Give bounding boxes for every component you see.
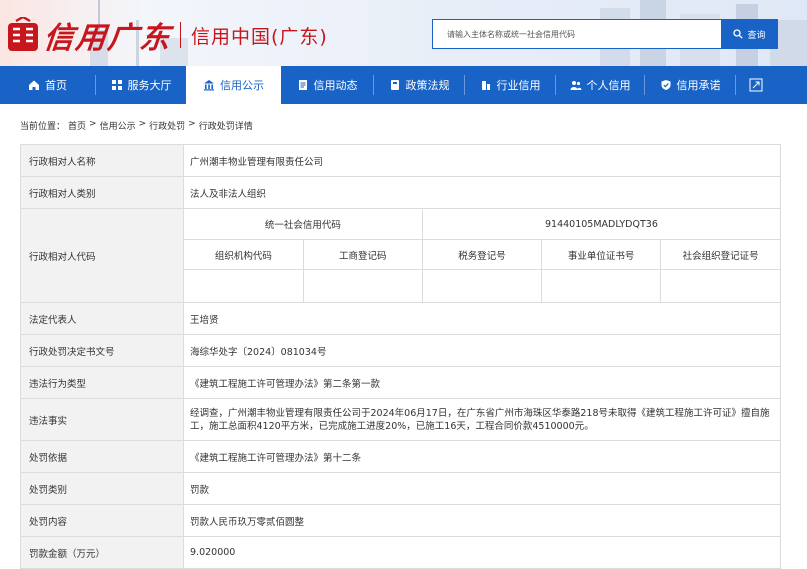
main-nav: 首页 服务大厅 信用公示 信用动态 政策法规 行业信用 个人信用 信用承诺 (0, 66, 807, 104)
field-label: 行政处罚决定书文号 (20, 334, 184, 367)
code-header: 组织机构代码 (184, 239, 304, 270)
codes-cell: 统一社会信用代码 91440105MADLYDQT36 组织机构代码 工商登记码… (183, 208, 781, 303)
field-label: 处罚依据 (20, 440, 184, 473)
nav-item-credit-commitment[interactable]: 信用承诺 (645, 66, 735, 104)
breadcrumb-separator: > (188, 119, 196, 129)
code-value (661, 270, 780, 302)
nav-item-home[interactable]: 首页 (0, 66, 95, 104)
nav-item-service-hall[interactable]: 服务大厅 (96, 66, 186, 104)
document-icon (298, 80, 307, 90)
people-icon (570, 81, 581, 90)
table-row: 违法行为类型 《建筑工程施工许可管理办法》第二条第一款 (20, 366, 781, 399)
code-value (422, 269, 543, 302)
codes-subtable: 统一社会信用代码 91440105MADLYDQT36 组织机构代码 工商登记码… (184, 209, 780, 302)
field-value: 广州潮丰物业管理有限责任公司 (183, 144, 781, 177)
code-header: 社会组织登记证号 (660, 239, 780, 270)
field-value: 王培贤 (183, 302, 781, 335)
field-label: 处罚内容 (20, 504, 184, 537)
search-button[interactable]: 查询 (721, 19, 778, 49)
breadcrumb-separator: > (89, 119, 97, 129)
field-label: 行政相对人代码 (20, 208, 184, 303)
field-value: 法人及非法人组织 (183, 176, 781, 209)
table-row: 处罚依据 《建筑工程施工许可管理办法》第十二条 (20, 440, 781, 473)
logo-mark-icon (8, 17, 38, 51)
site-name: 信用中国(广东) (191, 25, 328, 48)
nav-item-personal-credit[interactable]: 个人信用 (556, 66, 644, 104)
code-header: 事业单位证书号 (541, 239, 662, 270)
field-value: 9.020000 (183, 536, 781, 569)
nav-item-label: 政策法规 (405, 79, 450, 92)
table-row: 统一社会信用代码 91440105MADLYDQT36 (184, 209, 780, 240)
book-icon (390, 80, 399, 90)
expand-icon (749, 78, 763, 92)
table-row: 行政相对人名称 广州潮丰物业管理有限责任公司 (20, 144, 781, 177)
table-row: 处罚内容 罚款人民币玖万零贰佰圆整 (20, 504, 781, 537)
search-bar: 查询 (432, 19, 778, 49)
code-value (541, 269, 662, 302)
field-value: 《建筑工程施工许可管理办法》第十二条 (183, 440, 781, 473)
nav-item-label: 信用公示 (220, 79, 264, 92)
site-header: 信用广东 信用中国(广东) 查询 (0, 0, 807, 66)
nav-item-label: 首页 (45, 79, 67, 92)
code-header: 工商登记码 (303, 239, 423, 270)
grid-icon (111, 80, 122, 90)
nav-item-label: 行业信用 (496, 79, 541, 92)
logo-divider (180, 22, 181, 48)
table-row: 违法事实 经调查，广州潮丰物业管理有限责任公司于2024年06月17日，在广东省… (20, 398, 781, 441)
table-row: 罚款金额（万元） 9.020000 (20, 536, 781, 569)
field-label: 违法行为类型 (20, 366, 184, 399)
field-label: 违法事实 (20, 398, 184, 441)
field-label: 行政相对人名称 (20, 144, 184, 177)
logo-text: 信用广东 (41, 21, 174, 56)
table-row: 行政处罚决定书文号 海综华处字〔2024〕081034号 (20, 334, 781, 367)
bank-icon (204, 80, 214, 91)
code-value (303, 269, 423, 302)
nav-item-policies[interactable]: 政策法规 (374, 66, 464, 104)
breadcrumb-item-home[interactable]: 首页 (68, 119, 86, 132)
table-row (184, 269, 780, 302)
nav-item-label: 信用承诺 (676, 79, 721, 92)
uscc-label: 统一社会信用代码 (184, 209, 423, 240)
table-row: 组织机构代码 工商登记码 税务登记号 事业单位证书号 社会组织登记证号 (184, 239, 780, 270)
breadcrumb-item-penalty[interactable]: 行政处罚 (149, 119, 185, 132)
table-row: 法定代表人 王培贤 (20, 302, 781, 335)
search-icon (733, 29, 744, 39)
code-header: 税务登记号 (422, 239, 543, 270)
field-value: 《建筑工程施工许可管理办法》第二条第一款 (183, 366, 781, 399)
site-logo[interactable]: 信用广东 信用中国(广东) (6, 13, 328, 57)
field-value: 罚款人民币玖万零贰佰圆整 (183, 504, 781, 537)
nav-item-label: 服务大厅 (127, 79, 172, 92)
uscc-value: 91440105MADLYDQT36 (422, 209, 780, 240)
nav-item-credit-disclosure[interactable]: 信用公示 (186, 66, 281, 104)
penalty-detail-table: 行政相对人名称 广州潮丰物业管理有限责任公司 行政相对人类别 法人及非法人组织 … (20, 144, 781, 569)
table-row: 行政相对人代码 统一社会信用代码 91440105MADLYDQT36 组织机构… (20, 208, 781, 303)
breadcrumb-separator: > (138, 119, 147, 129)
shield-check-icon (661, 80, 670, 90)
nav-item-industry-credit[interactable]: 行业信用 (465, 66, 555, 104)
building-icon (481, 81, 490, 90)
breadcrumb-item-current: 行政处罚详情 (198, 122, 253, 132)
field-label: 处罚类别 (20, 472, 184, 505)
table-row: 行政相对人类别 法人及非法人组织 (20, 176, 781, 209)
nav-item-credit-news[interactable]: 信用动态 (281, 66, 373, 104)
breadcrumb-prefix: 当前位置： (20, 122, 66, 132)
field-value: 海综华处字〔2024〕081034号 (183, 334, 781, 367)
breadcrumb-item-credit-disclosure[interactable]: 信用公示 (100, 119, 136, 132)
breadcrumb: 当前位置： 首页 > 信用公示 > 行政处罚 > 行政处罚详情 (20, 119, 253, 132)
field-label: 行政相对人类别 (20, 176, 184, 209)
table-row: 处罚类别 罚款 (20, 472, 781, 505)
nav-item-label: 个人信用 (586, 79, 631, 92)
nav-expand-button[interactable] (736, 66, 776, 104)
field-label: 罚款金额（万元） (20, 536, 184, 569)
home-icon (29, 80, 39, 90)
field-value: 经调查，广州潮丰物业管理有限责任公司于2024年06月17日，在广东省广州市海珠… (183, 398, 781, 441)
field-value: 罚款 (183, 472, 781, 505)
code-value (184, 269, 304, 302)
search-input[interactable] (432, 19, 721, 49)
search-button-label: 查询 (747, 30, 766, 41)
nav-item-label: 信用动态 (313, 79, 358, 92)
field-label: 法定代表人 (20, 302, 184, 335)
